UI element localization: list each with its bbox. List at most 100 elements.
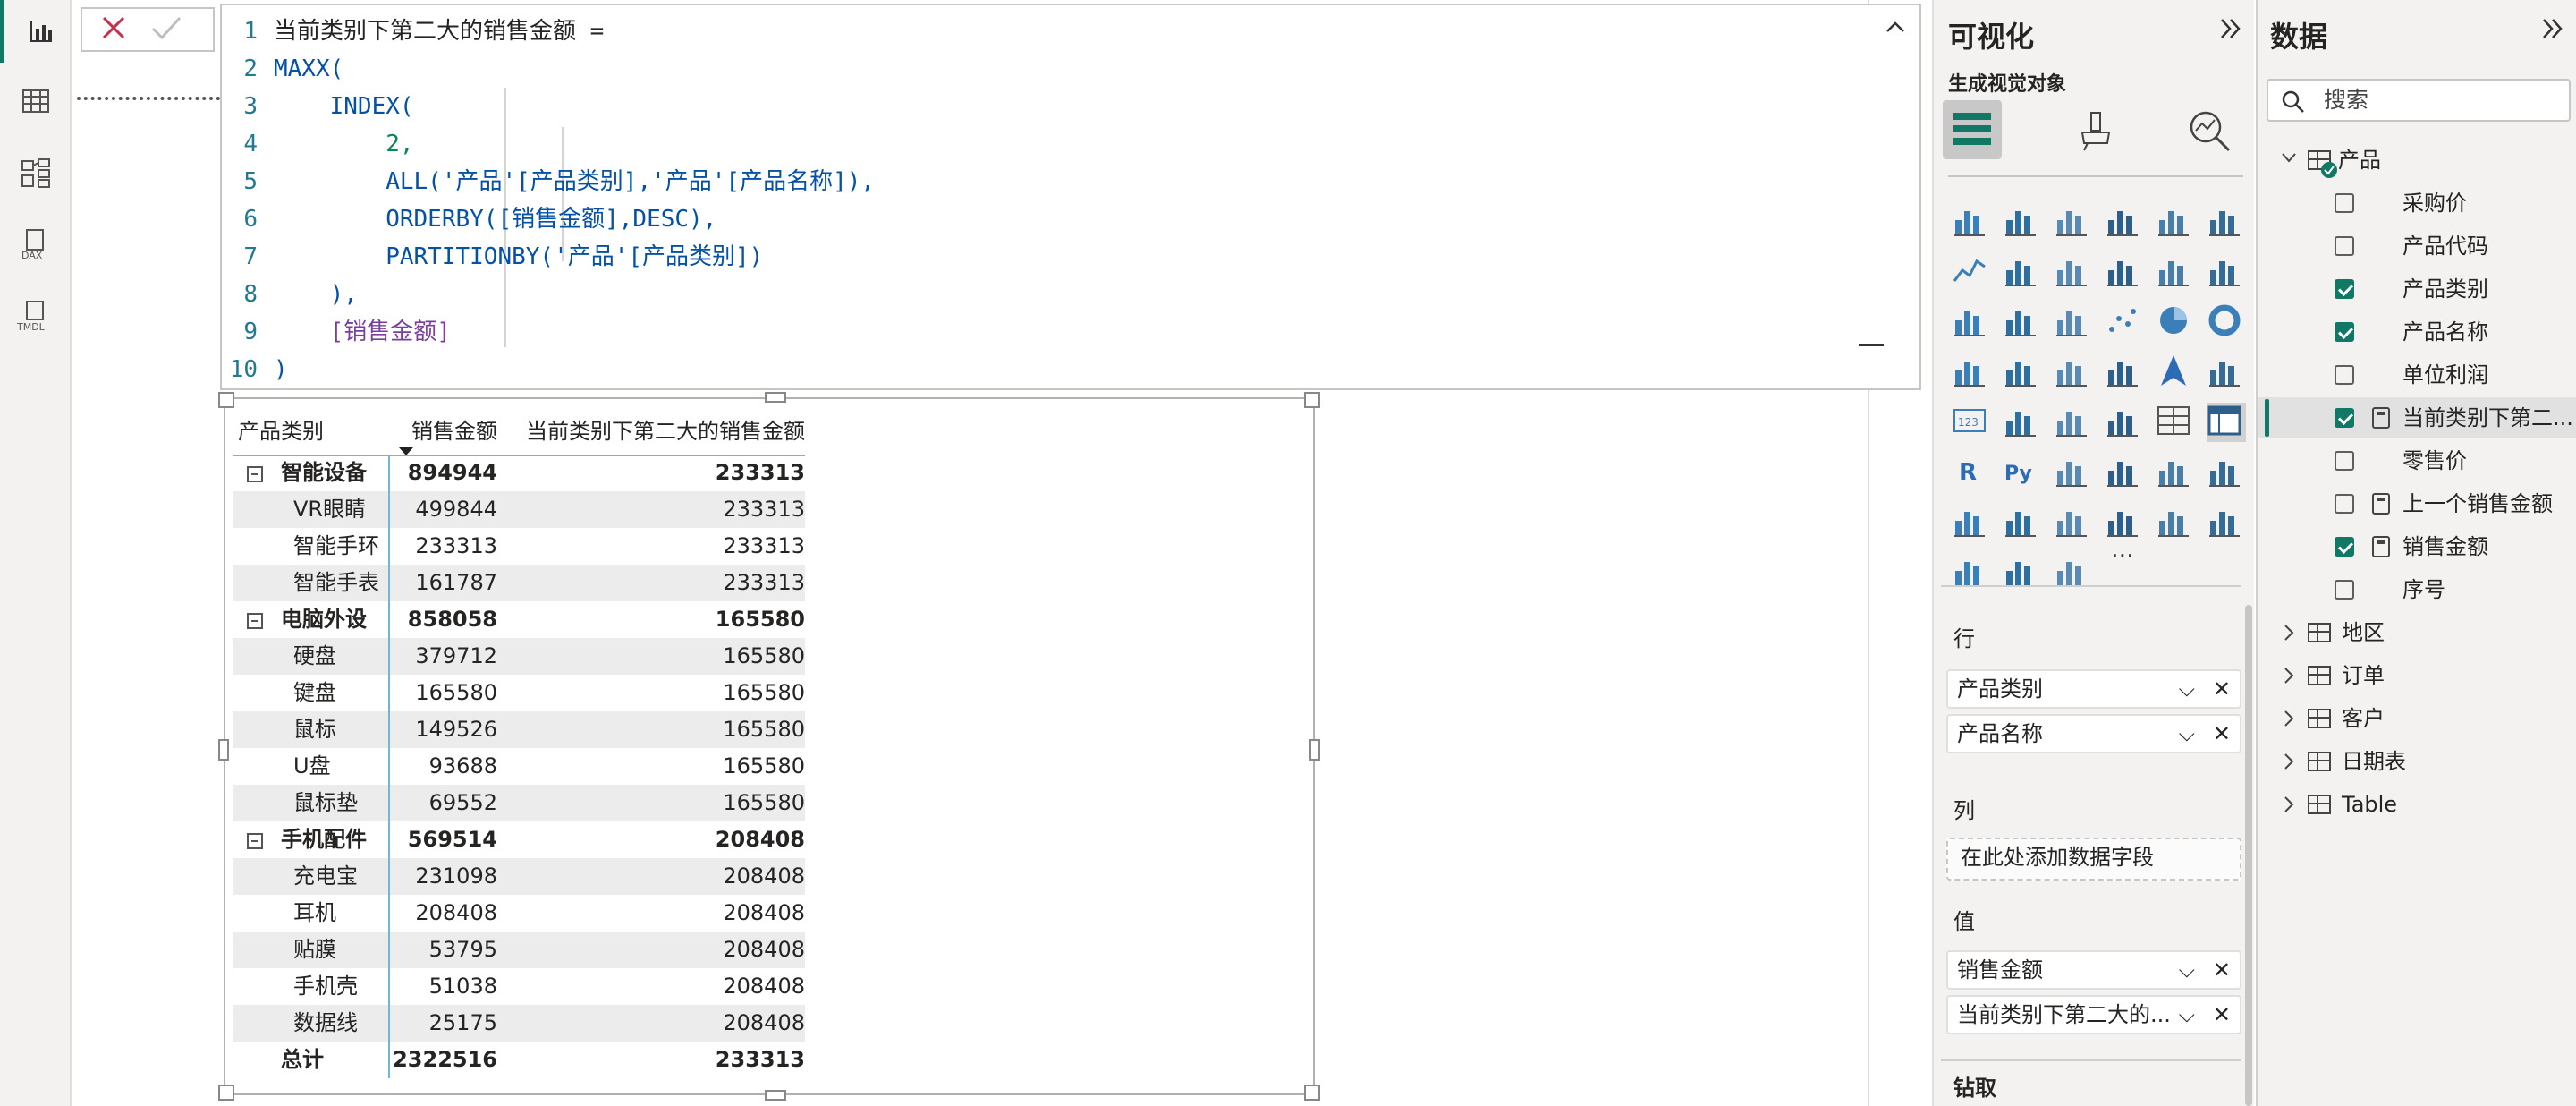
- values-field-pill[interactable]: 当前类别下第二大的... ⌵ ✕: [1946, 995, 2241, 1034]
- matrix-row[interactable]: VR眼睛 499844 233313: [233, 491, 805, 528]
- resize-handle[interactable]: [218, 1085, 234, 1101]
- remove-field-icon[interactable]: ✕: [2213, 997, 2231, 1033]
- field-checkbox[interactable]: [2334, 494, 2354, 514]
- r-visual-icon[interactable]: R: [1952, 453, 1991, 492]
- donut-icon[interactable]: [2207, 302, 2246, 342]
- table-node[interactable]: 订单: [2281, 655, 2567, 696]
- values-field-pill[interactable]: 销售金额 ⌵ ✕: [1946, 950, 2241, 990]
- matrix-row[interactable]: 贴膜 53795 208408: [233, 932, 805, 968]
- table-icon[interactable]: [2156, 403, 2195, 442]
- field-checkbox[interactable]: [2334, 193, 2354, 213]
- multirow-card-icon[interactable]: [2003, 403, 2042, 442]
- matrix-icon[interactable]: [2207, 403, 2246, 442]
- field-checkbox[interactable]: [2334, 236, 2354, 256]
- column-header-category[interactable]: 产品类别: [233, 408, 395, 455]
- line-clustered-icon[interactable]: [2207, 252, 2246, 292]
- stacked-bar-icon[interactable]: [1952, 202, 1991, 242]
- matrix-group-row[interactable]: 手机配件 569514 208408: [233, 821, 805, 858]
- field-checkbox[interactable]: [2334, 580, 2354, 600]
- table-view-button[interactable]: [0, 70, 72, 132]
- build-visual-tab[interactable]: [1943, 100, 2002, 159]
- paginated-report-icon[interactable]: [2003, 503, 2042, 542]
- field-item[interactable]: 销售金额: [2258, 526, 2576, 567]
- resize-handle[interactable]: [1304, 1085, 1320, 1101]
- field-item[interactable]: 当前类别下第二...: [2258, 397, 2576, 438]
- dax-query-view-button[interactable]: DAX: [0, 213, 72, 276]
- collapse-viz-pane-button[interactable]: [2218, 16, 2243, 45]
- table-node[interactable]: 日期表: [2281, 741, 2567, 782]
- more-visuals-button[interactable]: ⋯: [2111, 542, 2134, 569]
- matrix-row[interactable]: 键盘 165580 165580: [233, 675, 805, 711]
- field-checkbox[interactable]: [2334, 279, 2354, 299]
- treemap-icon[interactable]: [1952, 353, 1991, 392]
- table-node[interactable]: Table: [2281, 784, 2567, 825]
- field-item[interactable]: 零售价: [2258, 440, 2576, 481]
- search-box[interactable]: 搜索: [2267, 79, 2571, 122]
- matrix-row[interactable]: 鼠标垫 69552 165580: [233, 785, 805, 821]
- 100-bar-icon[interactable]: [2156, 202, 2195, 242]
- resize-handle[interactable]: [218, 739, 229, 761]
- matrix-group-row[interactable]: 电脑外设 858058 165580: [233, 601, 805, 638]
- collapse-data-pane-button[interactable]: [2540, 16, 2565, 45]
- resize-handle[interactable]: [765, 392, 786, 403]
- stacked-area-icon[interactable]: [2054, 252, 2093, 292]
- field-checkbox[interactable]: [2334, 365, 2354, 385]
- 100-column-icon[interactable]: [2207, 202, 2246, 242]
- goals-icon[interactable]: [1952, 503, 1991, 542]
- decomposition-tree-icon[interactable]: [2105, 453, 2144, 492]
- card-icon[interactable]: 123: [1952, 403, 1991, 442]
- narrative-icon[interactable]: [2207, 453, 2246, 492]
- remove-field-icon[interactable]: ✕: [2213, 716, 2231, 752]
- funnel-icon[interactable]: [2054, 302, 2093, 342]
- columns-drop-zone[interactable]: 在此处添加数据字段: [1946, 838, 2241, 881]
- matrix-row[interactable]: 硬盘 379712 165580: [233, 638, 805, 675]
- scatter-icon[interactable]: [2105, 302, 2144, 342]
- remove-field-icon[interactable]: ✕: [2213, 952, 2231, 988]
- matrix-visual[interactable]: 产品类别 销售金额 当前类别下第二大的销售金额 智能设备 894944 233313…: [218, 392, 1320, 1101]
- matrix-row[interactable]: 耳机 208408 208408: [233, 895, 805, 932]
- matrix-row[interactable]: 数据线 25175 208408: [233, 1005, 805, 1042]
- chevron-down-icon[interactable]: ⌵: [2179, 716, 2195, 752]
- card-new-icon[interactable]: [2054, 503, 2093, 542]
- line-column-icon[interactable]: [2156, 252, 2195, 292]
- python-visual-icon[interactable]: Py: [2003, 453, 2042, 492]
- list-slicer-icon[interactable]: [2207, 503, 2246, 542]
- key-influencers-icon[interactable]: [2054, 453, 2093, 492]
- qa-icon[interactable]: [2156, 453, 2195, 492]
- field-item[interactable]: 产品类别: [2258, 268, 2576, 310]
- cancel-formula-button[interactable]: [100, 14, 127, 45]
- funnel-column-icon[interactable]: [2003, 302, 2042, 342]
- table-node[interactable]: 地区: [2281, 612, 2567, 653]
- matrix-row[interactable]: U盘 93688 165580: [233, 748, 805, 785]
- field-checkbox[interactable]: [2334, 451, 2354, 471]
- stacked-column-icon[interactable]: [2003, 202, 2042, 242]
- dax-formula-editor[interactable]: 1 当前类别下第二大的销售金额 = 2 MAXX( 3 INDEX( 4 2, 5 …: [220, 4, 1921, 390]
- waterfall-icon[interactable]: [1952, 302, 1991, 342]
- field-checkbox[interactable]: [2334, 408, 2354, 428]
- button-slicer-icon[interactable]: [2156, 503, 2195, 542]
- field-item[interactable]: 采购价: [2258, 183, 2576, 224]
- matrix-row[interactable]: 鼠标 149526 165580: [233, 711, 805, 748]
- clustered-bar-icon[interactable]: [2054, 202, 2093, 242]
- field-item[interactable]: 单位利润: [2258, 354, 2576, 396]
- format-visual-tab[interactable]: [2075, 111, 2116, 156]
- resize-handle[interactable]: [765, 1090, 786, 1101]
- line-chart-icon[interactable]: [1952, 252, 1991, 292]
- field-item[interactable]: 产品名称: [2258, 311, 2576, 353]
- analytics-tab[interactable]: [2188, 109, 2233, 157]
- table-node[interactable]: 客户: [2281, 698, 2567, 739]
- column-header-second-largest[interactable]: 当前类别下第二大的销售金额: [499, 408, 805, 455]
- collapse-editor-button[interactable]: [1884, 18, 1907, 39]
- resize-handle[interactable]: [218, 392, 234, 408]
- matrix-total-row[interactable]: 总计 2322516 233313: [233, 1042, 805, 1078]
- model-view-button[interactable]: [0, 141, 72, 204]
- kpi-icon[interactable]: [2054, 403, 2093, 442]
- chevron-down-icon[interactable]: ⌵: [2179, 671, 2195, 707]
- chevron-down-icon[interactable]: ⌵: [2179, 952, 2195, 988]
- field-item[interactable]: 上一个销售金额: [2258, 483, 2576, 524]
- filled-map-icon[interactable]: [2054, 353, 2093, 392]
- chevron-down-icon[interactable]: ⌵: [2179, 997, 2195, 1033]
- rows-field-pill[interactable]: 产品类别 ⌵ ✕: [1946, 669, 2241, 709]
- tmdl-view-button[interactable]: TMDL: [0, 285, 72, 347]
- gauge-icon[interactable]: [2207, 353, 2246, 392]
